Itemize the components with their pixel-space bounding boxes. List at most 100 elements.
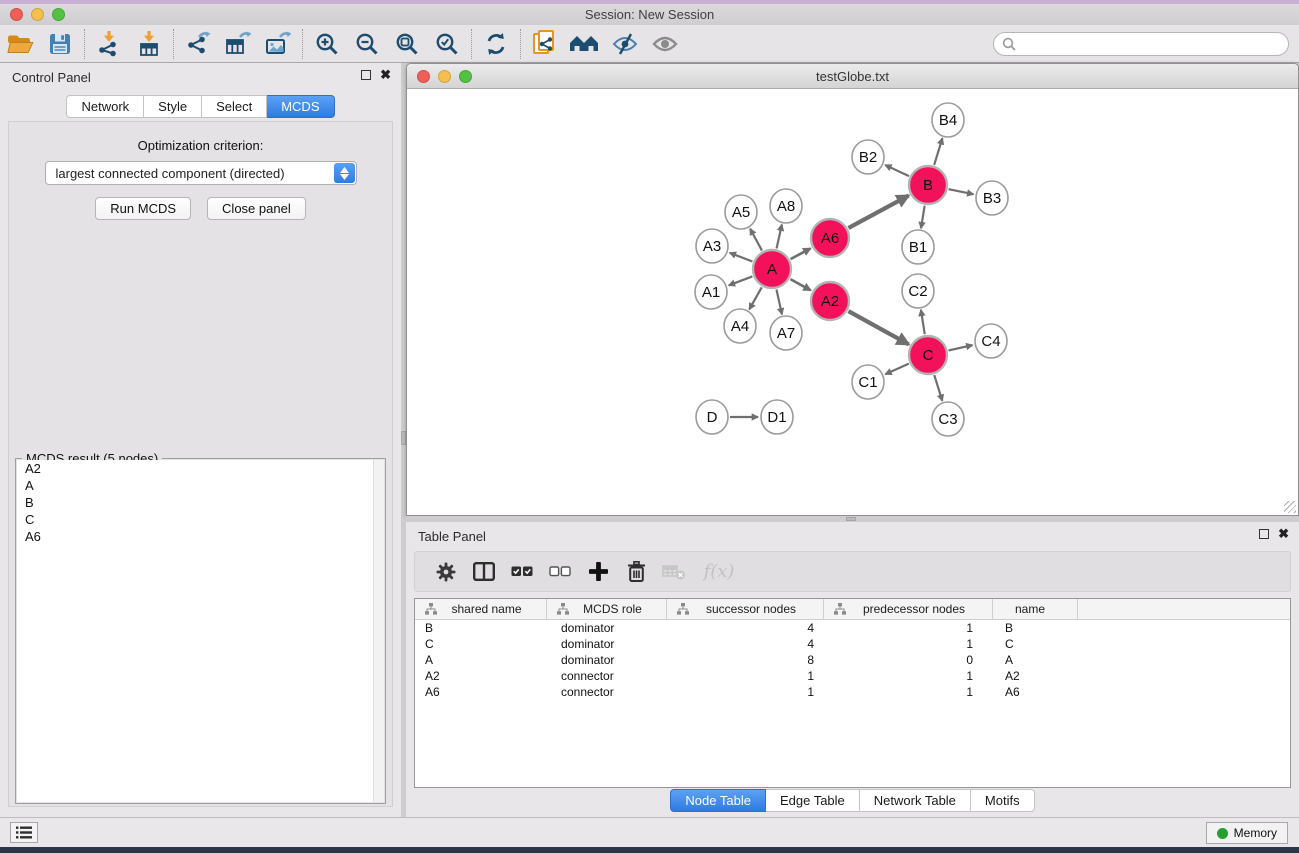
edge-A-A1[interactable]	[729, 276, 753, 285]
export-network-icon[interactable]	[178, 28, 218, 60]
node-A3[interactable]: A3	[696, 229, 728, 263]
column-header-name[interactable]: name	[993, 599, 1078, 619]
delete-columns-icon[interactable]	[617, 555, 655, 589]
close-panel-button[interactable]: Close panel	[207, 197, 306, 220]
edge-C-C1[interactable]	[885, 364, 909, 375]
delete-table-icon[interactable]	[655, 555, 693, 589]
result-item[interactable]: A2	[17, 460, 384, 477]
tab-network-table[interactable]: Network Table	[860, 789, 971, 812]
edge-A-A5[interactable]	[750, 229, 762, 251]
edge-B-B4[interactable]	[934, 138, 942, 165]
export-image-icon[interactable]	[258, 28, 298, 60]
edge-B-B2[interactable]	[885, 165, 909, 176]
float-table-panel-icon[interactable]	[1259, 529, 1269, 539]
new-network-from-selection-icon[interactable]	[525, 28, 565, 60]
select-all-columns-icon[interactable]	[503, 555, 541, 589]
node-A2[interactable]: A2	[811, 282, 849, 320]
node-A4[interactable]: A4	[724, 309, 756, 343]
edge-A-A6[interactable]	[791, 248, 811, 259]
edge-B-B3[interactable]	[949, 189, 974, 194]
export-table-icon[interactable]	[218, 28, 258, 60]
show-panels-menu-button[interactable]	[10, 822, 38, 843]
node-B1[interactable]: B1	[902, 230, 934, 264]
import-network-icon[interactable]	[89, 28, 129, 60]
node-C3[interactable]: C3	[932, 402, 964, 436]
save-session-icon[interactable]	[40, 28, 80, 60]
open-file-icon[interactable]	[0, 28, 40, 60]
close-table-panel-icon[interactable]: ✖	[1278, 529, 1289, 539]
network-window-titlebar[interactable]: testGlobe.txt	[407, 64, 1298, 89]
node-C[interactable]: C	[909, 336, 947, 374]
show-all-icon[interactable]	[645, 28, 685, 60]
edge-A-A4[interactable]	[749, 287, 761, 309]
memory-button[interactable]: Memory	[1206, 822, 1288, 844]
edge-A2-C[interactable]	[848, 311, 908, 344]
node-A1[interactable]: A1	[695, 275, 727, 309]
zoom-selected-icon[interactable]	[427, 28, 467, 60]
horizontal-splitter-handle[interactable]	[846, 517, 856, 521]
node-A8[interactable]: A8	[770, 189, 802, 223]
zoom-in-icon[interactable]	[307, 28, 347, 60]
create-column-icon[interactable]	[579, 555, 617, 589]
edge-B-B1[interactable]	[921, 206, 925, 229]
table-row[interactable]: A2connector11A2	[415, 668, 1290, 684]
edge-A-A7[interactable]	[776, 290, 781, 315]
node-C4[interactable]: C4	[975, 324, 1007, 358]
node-B4[interactable]: B4	[932, 103, 964, 137]
tab-network[interactable]: Network	[66, 95, 144, 118]
mcds-result-list[interactable]: A2ABCA6	[17, 460, 384, 802]
network-graph[interactable]: B4B2BB3A5A8A6B1A3AC2A1A2A4A7C4CC1C3DD1	[407, 89, 1298, 515]
unselect-all-columns-icon[interactable]	[541, 555, 579, 589]
node-B3[interactable]: B3	[976, 181, 1008, 215]
refresh-icon[interactable]	[476, 28, 516, 60]
edge-C-C3[interactable]	[934, 375, 942, 401]
search-input[interactable]	[1022, 37, 1288, 52]
edge-C-C2[interactable]	[921, 310, 925, 334]
search-field[interactable]	[993, 32, 1289, 56]
zoom-fit-icon[interactable]	[387, 28, 427, 60]
float-panel-icon[interactable]	[361, 70, 371, 80]
node-D1[interactable]: D1	[761, 400, 793, 434]
column-browser-icon[interactable]	[465, 555, 503, 589]
node-D[interactable]: D	[696, 400, 728, 434]
edge-A-A8[interactable]	[777, 225, 782, 249]
zoom-out-icon[interactable]	[347, 28, 387, 60]
first-neighbors-icon[interactable]	[565, 28, 605, 60]
node-A5[interactable]: A5	[725, 195, 757, 229]
result-item[interactable]: B	[17, 494, 384, 511]
node-C1[interactable]: C1	[852, 365, 884, 399]
edge-A-A2[interactable]	[790, 279, 810, 290]
edge-A6-B[interactable]	[848, 195, 908, 228]
tab-style[interactable]: Style	[144, 95, 202, 118]
node-table[interactable]: shared nameMCDS rolesuccessor nodesprede…	[414, 598, 1291, 788]
table-row[interactable]: A6connector11A6	[415, 684, 1290, 700]
node-A6[interactable]: A6	[811, 219, 849, 257]
result-item[interactable]: C	[17, 511, 384, 528]
network-canvas[interactable]: B4B2BB3A5A8A6B1A3AC2A1A2A4A7C4CC1C3DD1	[407, 89, 1298, 515]
close-panel-icon[interactable]: ✖	[380, 70, 391, 80]
optimization-criterion-dropdown[interactable]: largest connected component (directed)	[45, 161, 357, 185]
function-builder-icon[interactable]: f(x)	[693, 555, 745, 589]
tab-select[interactable]: Select	[202, 95, 267, 118]
result-scrollbar[interactable]	[373, 460, 384, 802]
run-mcds-button[interactable]: Run MCDS	[95, 197, 191, 220]
table-row[interactable]: Bdominator41B	[415, 620, 1290, 636]
node-C2[interactable]: C2	[902, 274, 934, 308]
column-header-MCDS-role[interactable]: MCDS role	[547, 599, 667, 619]
table-settings-icon[interactable]	[427, 555, 465, 589]
node-B[interactable]: B	[909, 166, 947, 204]
node-A7[interactable]: A7	[770, 316, 802, 350]
column-header-predecessor-nodes[interactable]: predecessor nodes	[824, 599, 993, 619]
result-item[interactable]: A	[17, 477, 384, 494]
result-item[interactable]: A6	[17, 528, 384, 545]
edge-C-C4[interactable]	[948, 345, 972, 350]
tab-edge-table[interactable]: Edge Table	[766, 789, 860, 812]
tab-mcds[interactable]: MCDS	[267, 95, 334, 118]
table-row[interactable]: Adominator80A	[415, 652, 1290, 668]
tab-node-table[interactable]: Node Table	[670, 789, 766, 812]
table-row[interactable]: Cdominator41C	[415, 636, 1290, 652]
hide-selected-icon[interactable]	[605, 28, 645, 60]
node-A[interactable]: A	[753, 250, 791, 288]
import-table-icon[interactable]	[129, 28, 169, 60]
column-header-shared-name[interactable]: shared name	[415, 599, 547, 619]
